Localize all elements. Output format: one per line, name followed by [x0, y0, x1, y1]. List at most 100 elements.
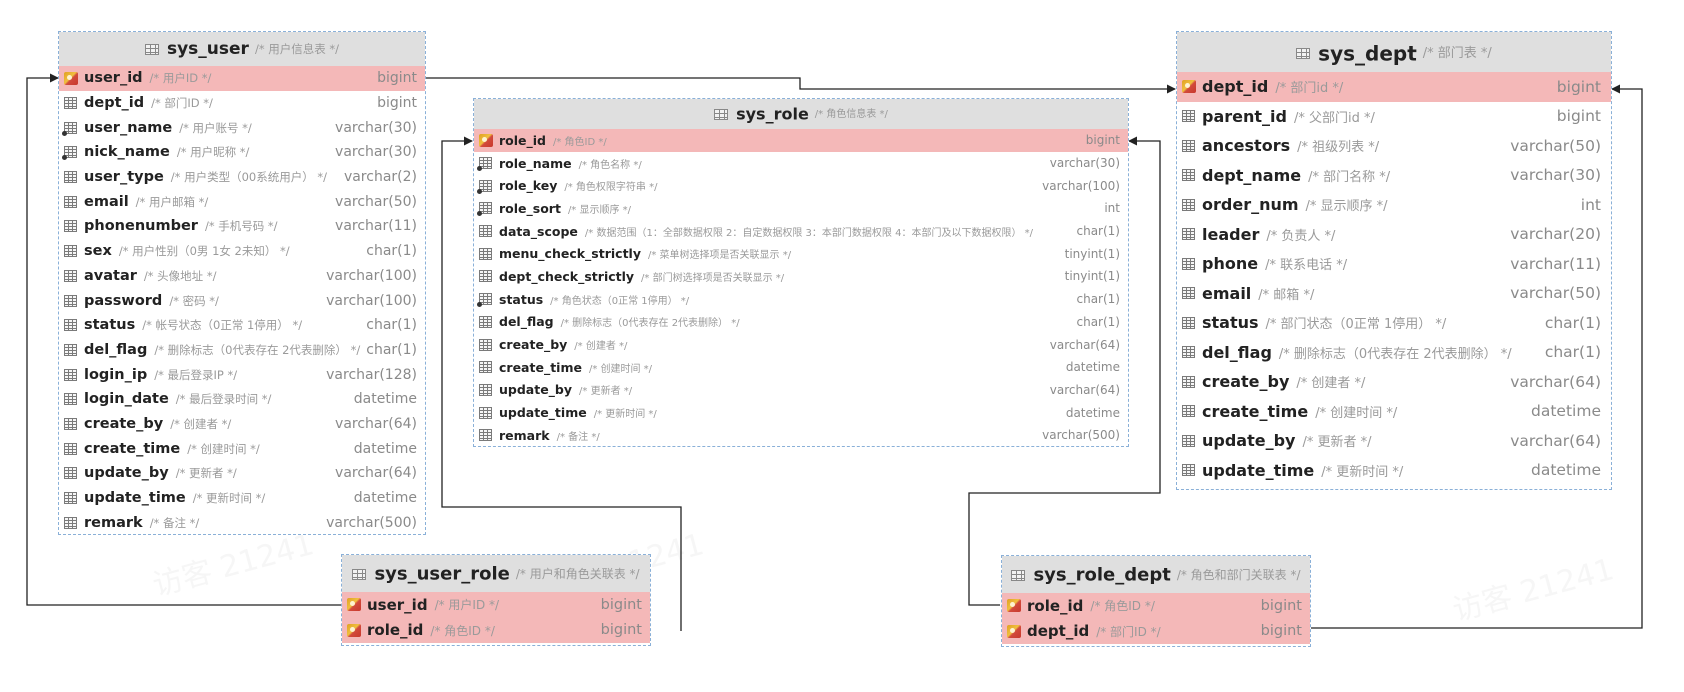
primary-key-row[interactable]: dept_id /* 部门ID */ bigint [1002, 618, 1310, 644]
column-name: create_by [1202, 372, 1290, 392]
column-row[interactable]: role_name /* 角色名称 */ varchar(30) [474, 152, 1128, 175]
column-row[interactable]: del_flag /* 删除标志（0代表存在 2代表删除） */ char(1) [59, 338, 425, 363]
primary-key-row[interactable]: role_id /* 角色ID */ bigint [474, 129, 1128, 152]
column-row[interactable]: sex /* 用户性别（0男 1女 2未知） */ char(1) [59, 239, 425, 264]
column-row[interactable]: role_key /* 角色权限字符串 */ varchar(100) [474, 174, 1128, 197]
column-row[interactable]: user_name /* 用户账号 */ varchar(30) [59, 115, 425, 140]
table-header[interactable]: sys_role_dept /* 角色和部门关联表 */ [1002, 556, 1310, 593]
column-row[interactable]: ancestors /* 祖级列表 */ varchar(50) [1177, 131, 1611, 161]
column-name: del_flag [499, 314, 554, 330]
column-row[interactable]: avatar /* 头像地址 */ varchar(100) [59, 264, 425, 289]
column-comment: /* 角色ID */ [430, 623, 495, 638]
column-type: varchar(64) [1510, 431, 1601, 450]
column-type: datetime [353, 391, 417, 408]
column-row[interactable]: update_by /* 更新者 */ varchar(64) [1177, 426, 1611, 456]
column-name: create_by [499, 337, 568, 353]
column-row[interactable]: remark /* 备注 */ varchar(500) [59, 510, 425, 535]
column-comment: /* 更新者 */ [175, 466, 237, 481]
primary-key-row[interactable]: dept_id /* 部门id */ bigint [1177, 72, 1611, 102]
column-comment: /* 备注 */ [556, 431, 600, 443]
column-name: update_time [84, 490, 186, 507]
column-row[interactable]: leader /* 负责人 */ varchar(20) [1177, 220, 1611, 250]
column-row[interactable]: del_flag /* 删除标志（0代表存在 2代表删除） */ char(1) [1177, 338, 1611, 368]
column-row[interactable]: parent_id /* 父部门id */ bigint [1177, 102, 1611, 132]
primary-key-row[interactable]: user_id /* 用户ID */ bigint [342, 592, 650, 618]
column-row[interactable]: create_by /* 创建者 */ varchar(64) [59, 412, 425, 437]
column-row[interactable]: email /* 邮箱 */ varchar(50) [1177, 279, 1611, 309]
column-row[interactable]: data_scope /* 数据范围（1：全部数据权限 2：自定数据权限 3：本部… [474, 220, 1128, 243]
column-row[interactable]: update_time /* 更新时间 */ datetime [59, 486, 425, 511]
column-comment: /* 角色名称 */ [578, 159, 642, 171]
column-row[interactable]: phonenumber /* 手机号码 */ varchar(11) [59, 214, 425, 239]
column-row[interactable]: del_flag /* 删除标志（0代表存在 2代表删除） */ char(1) [474, 311, 1128, 334]
column-icon [1182, 375, 1195, 388]
column-row[interactable]: status /* 帐号状态（0正常 1停用） */ char(1) [59, 313, 425, 338]
column-row[interactable]: menu_check_strictly /* 菜单树选择项是否关联显示 */ tin… [474, 242, 1128, 265]
table-comment: /* 角色和部门关联表 */ [1176, 567, 1301, 582]
column-type: bigint [1085, 133, 1120, 148]
column-icon [479, 270, 492, 283]
table-sys-dept[interactable]: sys_dept /* 部门表 */ dept_id /* 部门id */ bigint… [1176, 31, 1612, 490]
column-icon [1182, 405, 1195, 418]
column-name: nick_name [84, 144, 170, 161]
column-row[interactable]: create_time /* 创建时间 */ datetime [59, 436, 425, 461]
primary-key-row[interactable]: role_id /* 角色ID */ bigint [342, 617, 650, 643]
table-header[interactable]: sys_role /* 角色信息表 */ [474, 99, 1128, 129]
column-comment: /* 菜单树选择项是否关联显示 */ [648, 250, 792, 262]
column-name: update_time [499, 405, 587, 421]
column-comment: /* 创建者 */ [1296, 376, 1366, 392]
primary-key-icon [347, 598, 361, 612]
table-sys-role[interactable]: sys_role /* 角色信息表 */ role_id /* 角色ID */ bigi… [473, 98, 1129, 447]
column-row[interactable]: status /* 角色状态（0正常 1停用） */ char(1) [474, 288, 1128, 311]
primary-key-row[interactable]: role_id /* 角色ID */ bigint [1002, 593, 1310, 619]
column-row[interactable]: order_num /* 显示顺序 */ int [1177, 190, 1611, 220]
column-row[interactable]: create_by /* 创建者 */ varchar(64) [474, 333, 1128, 356]
column-comment: /* 最后登录时间 */ [175, 392, 272, 407]
column-name: update_by [1202, 431, 1296, 451]
column-row[interactable]: dept_name /* 部门名称 */ varchar(30) [1177, 161, 1611, 191]
column-row[interactable]: dept_id /* 部门ID */ bigint [59, 91, 425, 116]
column-row[interactable]: login_date /* 最后登录时间 */ datetime [59, 387, 425, 412]
table-sys-user[interactable]: sys_user /* 用户信息表 */ user_id /* 用户ID */ bigi… [58, 31, 426, 535]
column-type: varchar(500) [326, 514, 417, 531]
primary-key-row[interactable]: user_id /* 用户ID */ bigint [59, 66, 425, 91]
column-row[interactable]: update_time /* 更新时间 */ datetime [474, 401, 1128, 424]
column-row[interactable]: update_by /* 更新者 */ varchar(64) [59, 461, 425, 486]
column-icon [477, 202, 492, 217]
column-comment: /* 用户ID */ [149, 71, 212, 86]
column-row[interactable]: create_time /* 创建时间 */ datetime [474, 356, 1128, 379]
table-header[interactable]: sys_user_role /* 用户和角色关联表 */ [342, 555, 650, 592]
column-comment: /* 创建者 */ [574, 341, 628, 353]
column-row[interactable]: login_ip /* 最后登录IP */ varchar(128) [59, 362, 425, 387]
column-name: login_date [84, 391, 169, 408]
column-row[interactable]: create_time /* 创建时间 */ datetime [1177, 397, 1611, 427]
column-name: create_time [84, 440, 181, 457]
column-row[interactable]: password /* 密码 */ varchar(100) [59, 288, 425, 313]
column-row[interactable]: dept_check_strictly /* 部门树选择项是否关联显示 */ tin… [474, 265, 1128, 288]
column-row[interactable]: update_time /* 更新时间 */ datetime [1177, 456, 1611, 486]
column-row[interactable]: user_type /* 用户类型（00系统用户） */ varchar(2) [59, 165, 425, 190]
column-row[interactable]: email /* 用户邮箱 */ varchar(50) [59, 189, 425, 214]
table-header[interactable]: sys_dept /* 部门表 */ [1177, 32, 1611, 72]
column-row[interactable]: nick_name /* 用户昵称 */ varchar(30) [59, 140, 425, 165]
column-row[interactable]: phone /* 联系电话 */ varchar(11) [1177, 249, 1611, 279]
column-row[interactable]: status /* 部门状态（0正常 1停用） */ char(1) [1177, 308, 1611, 338]
column-name: remark [84, 514, 143, 531]
column-name: role_id [1027, 596, 1084, 615]
column-type: varchar(50) [335, 193, 417, 210]
column-comment: /* 显示顺序 */ [567, 204, 632, 216]
column-name: role_key [499, 178, 558, 194]
column-row[interactable]: create_by /* 创建者 */ varchar(64) [1177, 367, 1611, 397]
column-type: char(1) [1544, 313, 1601, 332]
column-row[interactable]: update_by /* 更新者 */ varchar(64) [474, 379, 1128, 402]
table-sys-user-role[interactable]: sys_user_role /* 用户和角色关联表 */ user_id /* 用户I… [341, 554, 651, 646]
column-row[interactable]: remark /* 备注 */ varchar(500) [474, 424, 1128, 447]
column-icon [64, 97, 77, 110]
column-row[interactable]: role_sort /* 显示顺序 */ int [474, 197, 1128, 220]
table-header[interactable]: sys_user /* 用户信息表 */ [59, 32, 425, 66]
table-icon [352, 568, 367, 580]
column-type: char(1) [1076, 314, 1121, 329]
table-sys-role-dept[interactable]: sys_role_dept /* 角色和部门关联表 */ role_id /* 角色I… [1001, 555, 1311, 647]
column-name: dept_check_strictly [499, 268, 635, 284]
column-comment: /* 角色ID */ [553, 136, 607, 148]
